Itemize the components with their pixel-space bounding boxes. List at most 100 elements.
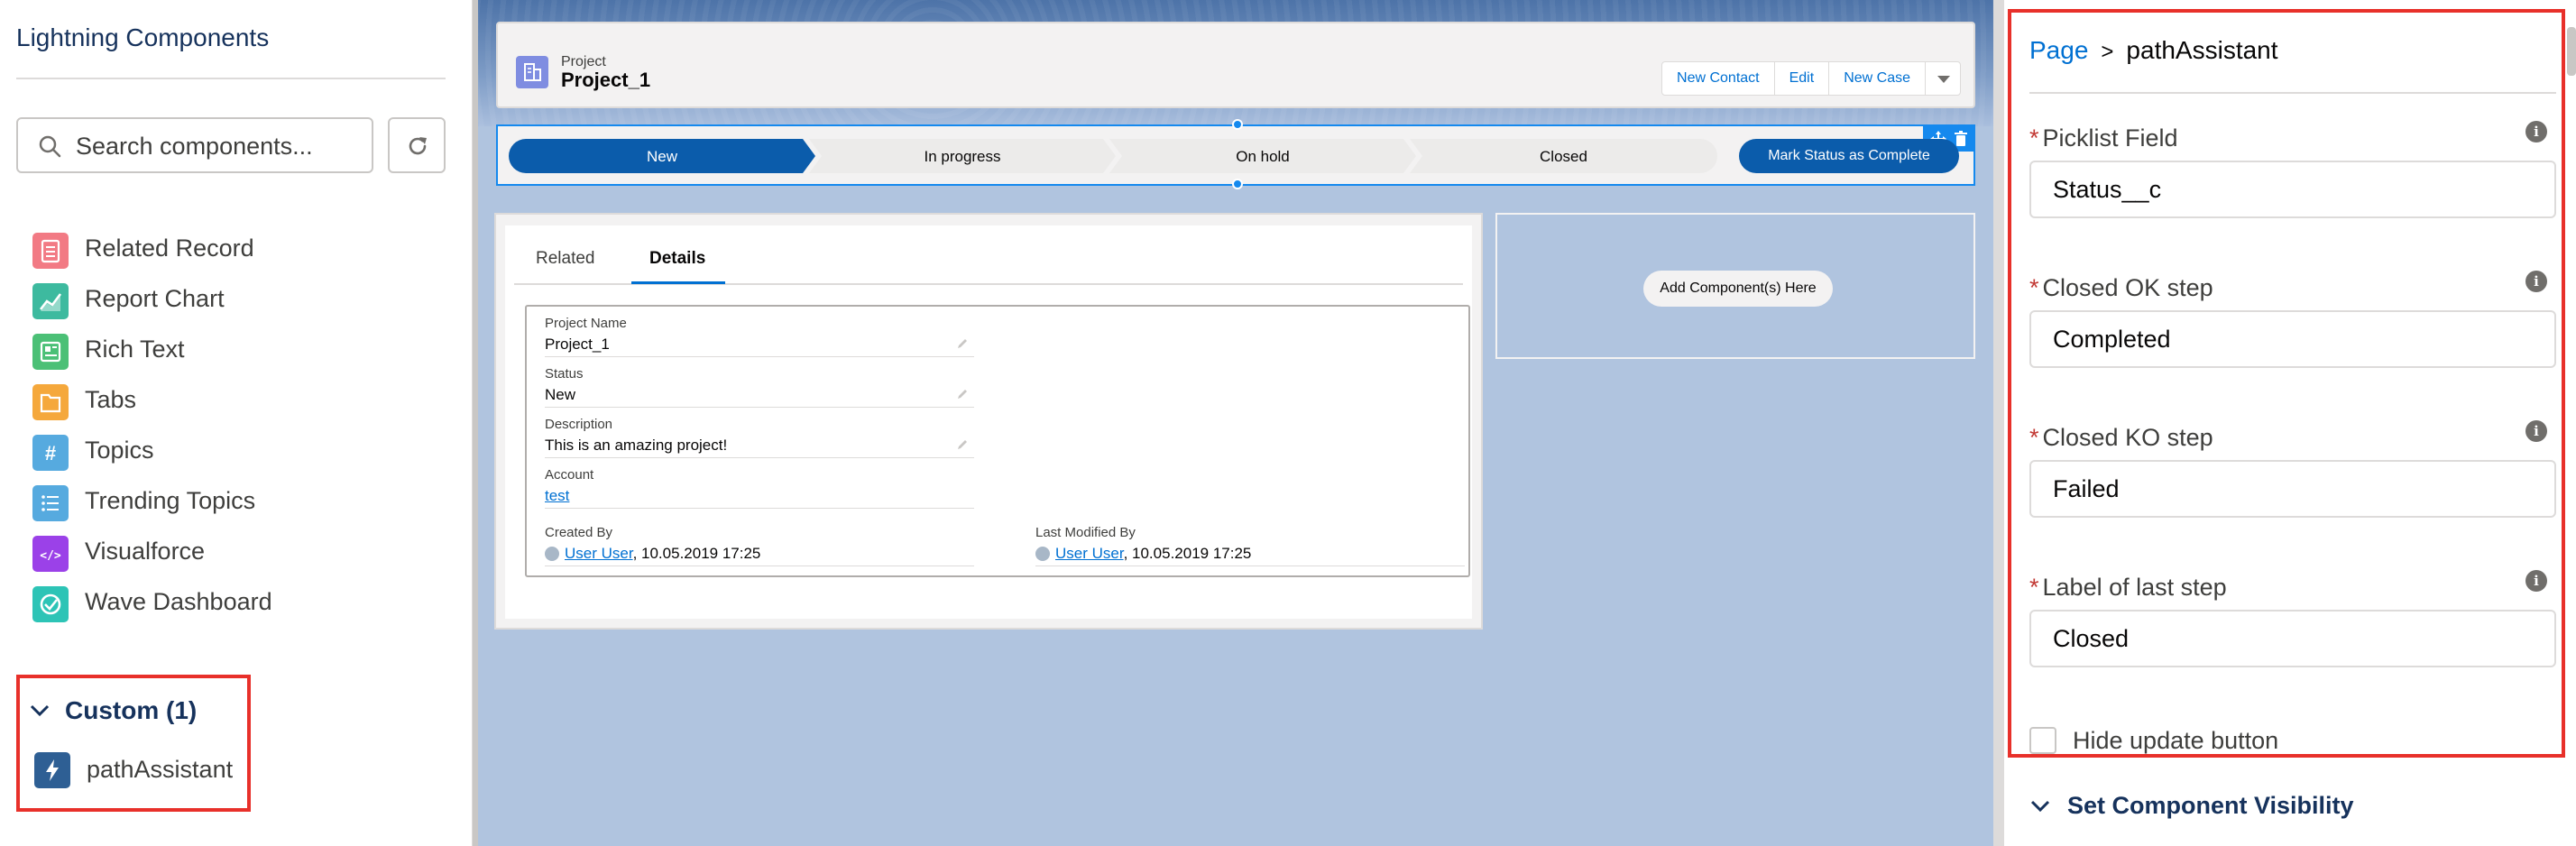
- scrollbar[interactable]: [2567, 27, 2576, 76]
- divider: [2029, 92, 2556, 94]
- user-avatar-icon: [545, 547, 559, 561]
- record-detail-component[interactable]: Related Details Project Name Project_1 S…: [494, 213, 1483, 630]
- edit-button[interactable]: Edit: [1773, 61, 1830, 96]
- created-by-user-link[interactable]: User User: [565, 545, 633, 562]
- field-account: Account test: [545, 458, 974, 509]
- info-icon[interactable]: i: [2525, 121, 2547, 143]
- field-label: Last Modified By: [1035, 525, 1136, 540]
- refresh-icon: [409, 137, 427, 155]
- path-assistant-component[interactable]: New In progress On hold Closed Mark Stat…: [496, 119, 1975, 189]
- search-icon: [39, 135, 61, 158]
- component-item-wave-dashboard[interactable]: Wave Dashboard: [32, 583, 411, 633]
- tab-details[interactable]: Details: [649, 249, 705, 269]
- property-closed-ok-step: * Closed OK step i: [2029, 271, 2556, 391]
- info-icon[interactable]: i: [2525, 271, 2547, 292]
- modified-by-user-link[interactable]: User User: [1055, 545, 1124, 562]
- path-step-label: New: [646, 148, 677, 165]
- component-label: Related Record: [85, 234, 254, 262]
- pencil-icon[interactable]: [956, 388, 969, 400]
- path-step-closed[interactable]: Closed: [1410, 139, 1717, 173]
- breadcrumb-current: pathAssistant: [2126, 36, 2278, 64]
- record-header[interactable]: Project Project_1 New Contact Edit New C…: [496, 22, 1975, 108]
- detail-frame: Related Details Project Name Project_1 S…: [496, 215, 1481, 628]
- path-step-on-hold[interactable]: On hold: [1109, 139, 1416, 173]
- breadcrumb-page-link[interactable]: Page: [2029, 36, 2088, 64]
- search-input[interactable]: [76, 132, 364, 161]
- properties-highlight: Page>pathAssistant *Picklist Field i *Cl…: [2008, 9, 2565, 758]
- search-field[interactable]: [16, 117, 373, 173]
- breadcrumb-separator: >: [2101, 40, 2114, 64]
- components-panel: Lightning Components Related Record Repo…: [0, 0, 473, 846]
- field-value: Project_1: [545, 336, 610, 353]
- component-item-tabs[interactable]: Tabs: [32, 381, 411, 431]
- delete-icon[interactable]: [1954, 131, 1968, 147]
- field-value: User User, 10.05.2019 17:25: [1035, 545, 1251, 563]
- insert-handle-top[interactable]: [1232, 119, 1243, 130]
- last-step-label-input[interactable]: [2029, 610, 2556, 667]
- field-project-name: Project Name Project_1: [545, 307, 974, 357]
- caret-down-icon: [1937, 76, 1950, 83]
- new-case-button[interactable]: New Case: [1828, 61, 1926, 96]
- path-step-in-progress[interactable]: In progress: [809, 139, 1116, 173]
- closed-ok-step-input[interactable]: [2029, 310, 2556, 368]
- field-label: Created By: [545, 525, 613, 540]
- add-components-button[interactable]: Add Component(s) Here: [1643, 271, 1833, 307]
- record-action-buttons: New Contact Edit New Case: [1661, 61, 1961, 96]
- picklist-field-input[interactable]: [2029, 161, 2556, 218]
- component-item-topics[interactable]: # Topics: [32, 431, 411, 482]
- mark-status-complete-button[interactable]: Mark Status as Complete: [1739, 139, 1959, 173]
- component-item-rich-text[interactable]: Rich Text: [32, 330, 411, 381]
- divider: [16, 78, 446, 79]
- info-icon[interactable]: i: [2525, 420, 2547, 442]
- component-item-pathassistant[interactable]: pathAssistant: [34, 752, 242, 795]
- field-description: Description This is an amazing project!: [545, 408, 974, 458]
- component-list: Related Record Report Chart Rich Text Ta…: [32, 229, 411, 633]
- closed-ko-step-input[interactable]: [2029, 460, 2556, 518]
- lightning-bolt-icon: [34, 752, 70, 788]
- component-item-report-chart[interactable]: Report Chart: [32, 280, 411, 330]
- field-label: Description: [545, 417, 613, 432]
- required-marker: *: [2029, 574, 2039, 601]
- field-value: This is an amazing project!: [545, 437, 728, 454]
- hide-update-button-checkbox[interactable]: [2029, 727, 2056, 754]
- created-date: , 10.05.2019 17:25: [632, 545, 761, 562]
- pencil-icon[interactable]: [956, 438, 969, 451]
- account-link[interactable]: test: [545, 487, 569, 505]
- more-actions-button[interactable]: [1925, 61, 1961, 96]
- empty-region: Add Component(s) Here: [1495, 213, 1975, 359]
- path-step-label: On hold: [1236, 148, 1290, 165]
- panel-title: Lightning Components: [16, 23, 270, 51]
- field-status: Status New: [545, 357, 974, 408]
- field-label: Account: [545, 467, 594, 483]
- property-label-text: Closed KO step: [2042, 424, 2213, 451]
- component-item-visualforce[interactable]: </> Visualforce: [32, 532, 411, 583]
- chevron-down-icon: [30, 704, 50, 717]
- required-marker: *: [2029, 424, 2039, 451]
- path-steps: New In progress On hold Closed: [509, 139, 1717, 173]
- visibility-section-label: Set Component Visibility: [2067, 792, 2354, 819]
- pencil-icon[interactable]: [956, 337, 969, 350]
- tab-bar: Related Details: [514, 234, 1463, 285]
- rich-text-icon: [32, 334, 69, 370]
- property-closed-ko-step: * Closed KO step i: [2029, 420, 2556, 541]
- new-contact-button[interactable]: New Contact: [1661, 61, 1775, 96]
- tabs-icon: [32, 384, 69, 420]
- component-item-trending-topics[interactable]: Trending Topics: [32, 482, 411, 532]
- property-label: * Picklist Field: [2029, 124, 2178, 152]
- property-label: * Closed OK step: [2029, 274, 2213, 302]
- component-item-related-record[interactable]: Related Record: [32, 229, 411, 280]
- info-icon[interactable]: i: [2525, 570, 2547, 592]
- hide-update-button-option[interactable]: Hide update button: [2029, 727, 2535, 758]
- svg-text:</>: </>: [40, 549, 61, 563]
- refresh-button[interactable]: [388, 117, 446, 173]
- property-label-text: Label of last step: [2042, 574, 2227, 601]
- report-chart-icon: [32, 283, 69, 319]
- panel-divider[interactable]: [1993, 0, 2004, 846]
- breadcrumb: Page > pathAssistant: [2029, 36, 2278, 65]
- tab-related[interactable]: Related: [536, 249, 595, 269]
- insert-handle-bottom[interactable]: [1232, 179, 1243, 189]
- svg-text:#: #: [45, 442, 56, 464]
- path-step-label: Closed: [1540, 148, 1587, 165]
- page-canvas: Project Project_1 New Contact Edit New C…: [478, 0, 1993, 846]
- path-step-new[interactable]: New: [509, 139, 815, 173]
